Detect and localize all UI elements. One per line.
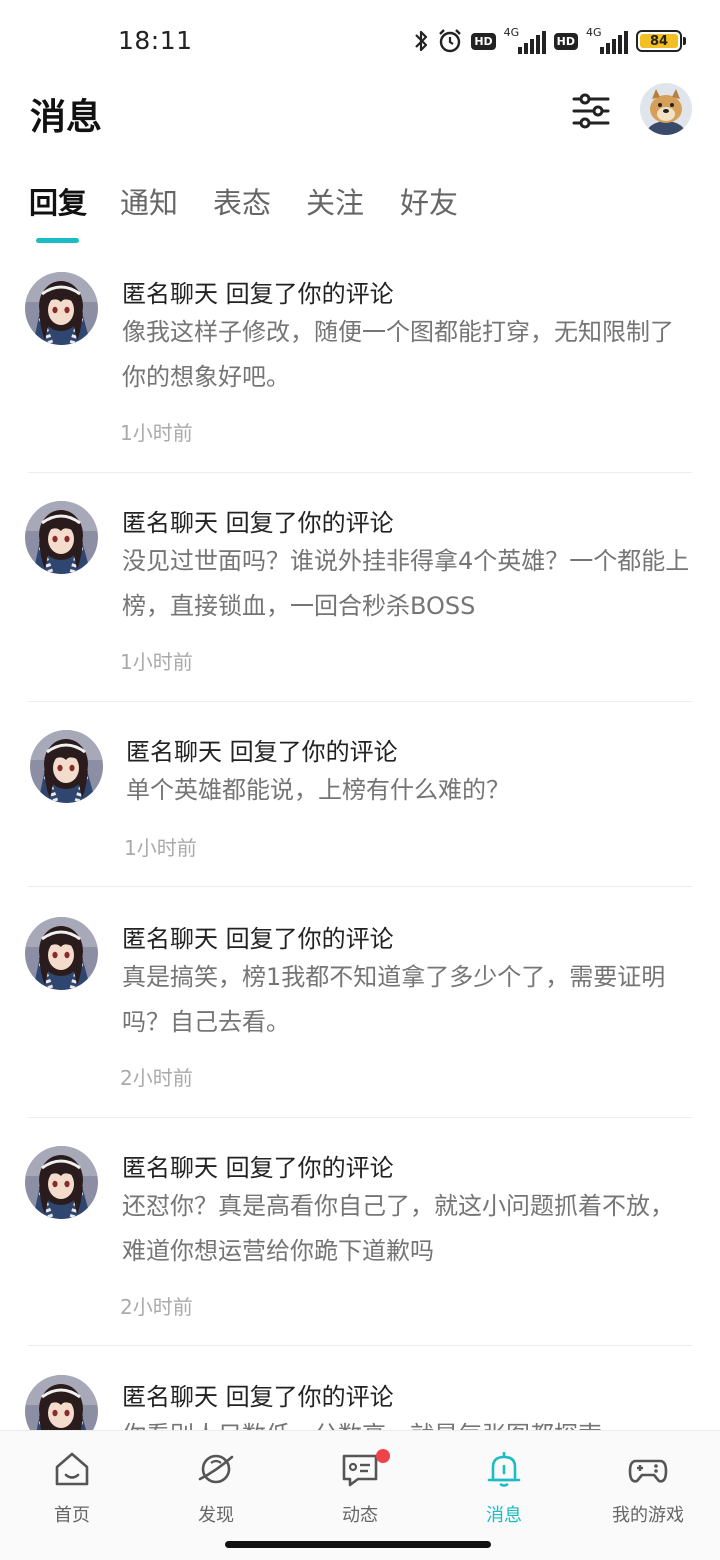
feed-icon (342, 1454, 378, 1487)
message-body: 像我这样子修改，随便一个图都能打穿，无知限制了你的想象好吧。 (122, 318, 674, 391)
nav-feed[interactable]: 动态 (310, 1445, 410, 1535)
avatar[interactable] (25, 272, 98, 345)
message-time: 2小时前 (120, 1295, 193, 1319)
bluetooth-icon (413, 28, 429, 54)
nav-label: 我的游戏 (612, 1505, 684, 1526)
hd-badge: HD (471, 32, 496, 50)
filter-button[interactable] (570, 90, 612, 132)
nav-home[interactable]: 首页 (22, 1445, 122, 1535)
home-icon (55, 1452, 89, 1486)
message-body: 还怼你？真是高看你自己了，就这小问题抓着不放，难道你想运营给你跪下道歉吗 (122, 1192, 674, 1265)
message-time: 1小时前 (120, 650, 193, 674)
battery-icon: 84 (636, 30, 686, 52)
avatar[interactable] (25, 917, 98, 990)
alarm-icon (437, 28, 463, 54)
avatar[interactable] (25, 1146, 98, 1219)
hd-badge-2: HD (553, 32, 578, 50)
tab-follow[interactable]: 关注 (306, 180, 364, 222)
message-body: 没见过世面吗？谁说外挂非得拿4个英雄？一个都能上榜，直接锁血，一回合秒杀BOSS (122, 547, 690, 620)
home-indicator[interactable] (225, 1541, 491, 1548)
message-time: 1小时前 (124, 836, 197, 860)
message-time: 1小时前 (120, 421, 193, 445)
status-time: 18:11 (118, 26, 193, 55)
message-body: 真是搞笑，榜1我都不知道拿了多少个了，需要证明吗？自己去看。 (122, 963, 666, 1036)
message-title: 匿名聊天 回复了你的评论 (122, 1383, 394, 1411)
nav-messages[interactable]: 消息 (454, 1445, 554, 1535)
nav-label: 发现 (198, 1505, 234, 1526)
nav-discover[interactable]: 发现 (166, 1445, 266, 1535)
tab-indicator (36, 238, 79, 243)
message-body: 单个英雄都能说，上榜有什么难的？ (126, 776, 510, 804)
tab-bar: 回复 通知 表态 关注 好友 (0, 180, 720, 250)
nav-my-games[interactable]: 我的游戏 (598, 1445, 698, 1535)
message-time: 2小时前 (120, 1066, 193, 1090)
message-body: 你看别人只数低，分数高，就是每张图都探索 (122, 1413, 692, 1430)
discover-icon (198, 1454, 234, 1484)
nav-label: 动态 (342, 1505, 378, 1526)
battery-level: 84 (640, 34, 678, 49)
tab-reply[interactable]: 回复 (29, 180, 87, 222)
avatar[interactable] (30, 730, 103, 803)
gamepad-icon (628, 1459, 668, 1483)
message-title: 匿名聊天 回复了你的评论 (122, 509, 394, 537)
signal-icon-2: 4G (586, 26, 628, 54)
status-bar: 18:11 HD 4G HD 4G 84 (0, 0, 720, 80)
message-title: 匿名聊天 回复了你的评论 (126, 738, 398, 766)
header: 消息 (0, 80, 720, 150)
bell-icon (487, 1452, 521, 1487)
page-title: 消息 (30, 97, 103, 138)
nav-label: 消息 (486, 1505, 522, 1526)
message-list: 匿名聊天 回复了你的评论 像我这样子修改，随便一个图都能打穿，无知限制了你的想象… (0, 250, 720, 1430)
notification-dot (376, 1449, 390, 1463)
status-icons: HD 4G HD 4G 84 (413, 26, 686, 56)
message-title: 匿名聊天 回复了你的评论 (122, 280, 394, 308)
divider (28, 701, 692, 702)
user-avatar[interactable] (640, 83, 692, 135)
divider (28, 472, 692, 473)
tab-friends[interactable]: 好友 (400, 180, 458, 222)
nav-label: 首页 (54, 1505, 90, 1526)
tab-reaction[interactable]: 表态 (213, 180, 271, 222)
tab-notice[interactable]: 通知 (120, 180, 178, 222)
divider (28, 1117, 692, 1118)
signal-icon: 4G (504, 26, 546, 54)
avatar[interactable] (25, 501, 98, 574)
message-title: 匿名聊天 回复了你的评论 (122, 925, 394, 953)
divider (28, 1345, 692, 1346)
filter-icon (572, 93, 610, 129)
divider (28, 886, 692, 887)
avatar[interactable] (25, 1375, 98, 1430)
message-title: 匿名聊天 回复了你的评论 (122, 1154, 394, 1182)
